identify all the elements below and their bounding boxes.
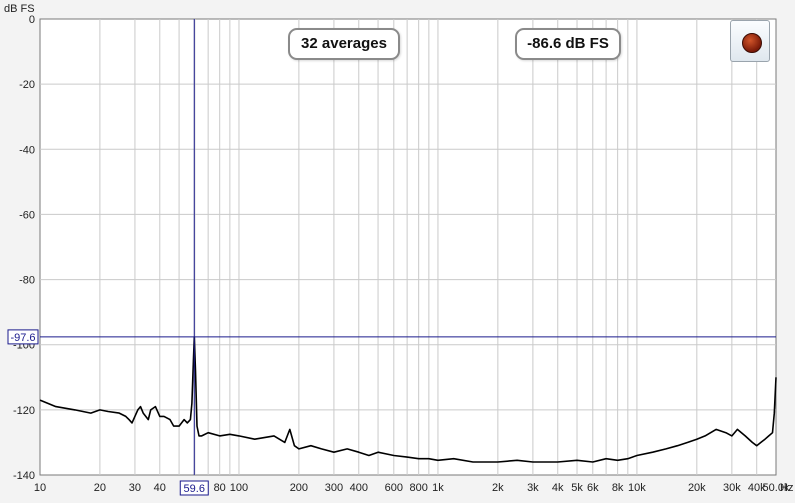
y-tick-label: -40 [19,144,35,156]
level-readout-badge: -86.6 dB FS [515,28,621,60]
spectrum-chart[interactable]: 0-20-40-60-80-100-120-140 10 20 30 40 80 100 2… [0,0,795,498]
x-tick-label: 3k [527,482,539,494]
x-axis-ticks: 10 20 30 40 80 100 200 300 400 600 800 1k 2k 3k 4k 5k 6k… [34,482,790,494]
x-tick-label: 8k [612,482,624,494]
x-tick-label: 400 [350,482,368,494]
y-axis-unit-label: dB FS [4,3,35,15]
x-tick-label: 200 [290,482,308,494]
x-tick-label: 300 [325,482,343,494]
y-axis-ticks: 0-20-40-60-80-100-120-140 [13,14,35,482]
x-tick-label: 10k [628,482,646,494]
record-button[interactable] [730,20,770,62]
y-tick-label: -20 [19,79,35,91]
x-tick-label: 4k [552,482,564,494]
x-tick-label: 600 [385,482,403,494]
x-tick-label: 30k [723,482,741,494]
x-tick-label: 10 [34,482,46,494]
x-tick-label: 30 [129,482,141,494]
x-tick-label: 2k [492,482,504,494]
rew-spectrum-window: 0 -20 -40 -60 -80 -100 -120 -140 10 20 30 40 80 100 2… [0,0,795,498]
record-icon [742,33,762,53]
plot-area [39,18,777,476]
y-tick-label: -140 [13,470,35,482]
x-tick-label: 1k [432,482,444,494]
y-tick-label: -80 [19,275,35,287]
x-tick-label: 6k [587,482,599,494]
y-tick-label: 0 [29,14,35,26]
x-tick-label: 20 [94,482,106,494]
x-tick-label: 40 [154,482,166,494]
x-tick-label: 80 [214,482,226,494]
averages-badge: 32 averages [288,28,400,60]
x-tick-label: 20k [688,482,706,494]
x-axis-unit-label: Hz [780,482,793,494]
x-tick-label: 5k [571,482,583,494]
y-tick-label: -120 [13,405,35,417]
cursor-y-readout: -97.6 [10,332,35,344]
cursor-x-readout: 59.6 [184,483,205,495]
y-tick-label: -60 [19,209,35,221]
x-tick-label: 800 [409,482,427,494]
x-tick-label: 100 [230,482,248,494]
